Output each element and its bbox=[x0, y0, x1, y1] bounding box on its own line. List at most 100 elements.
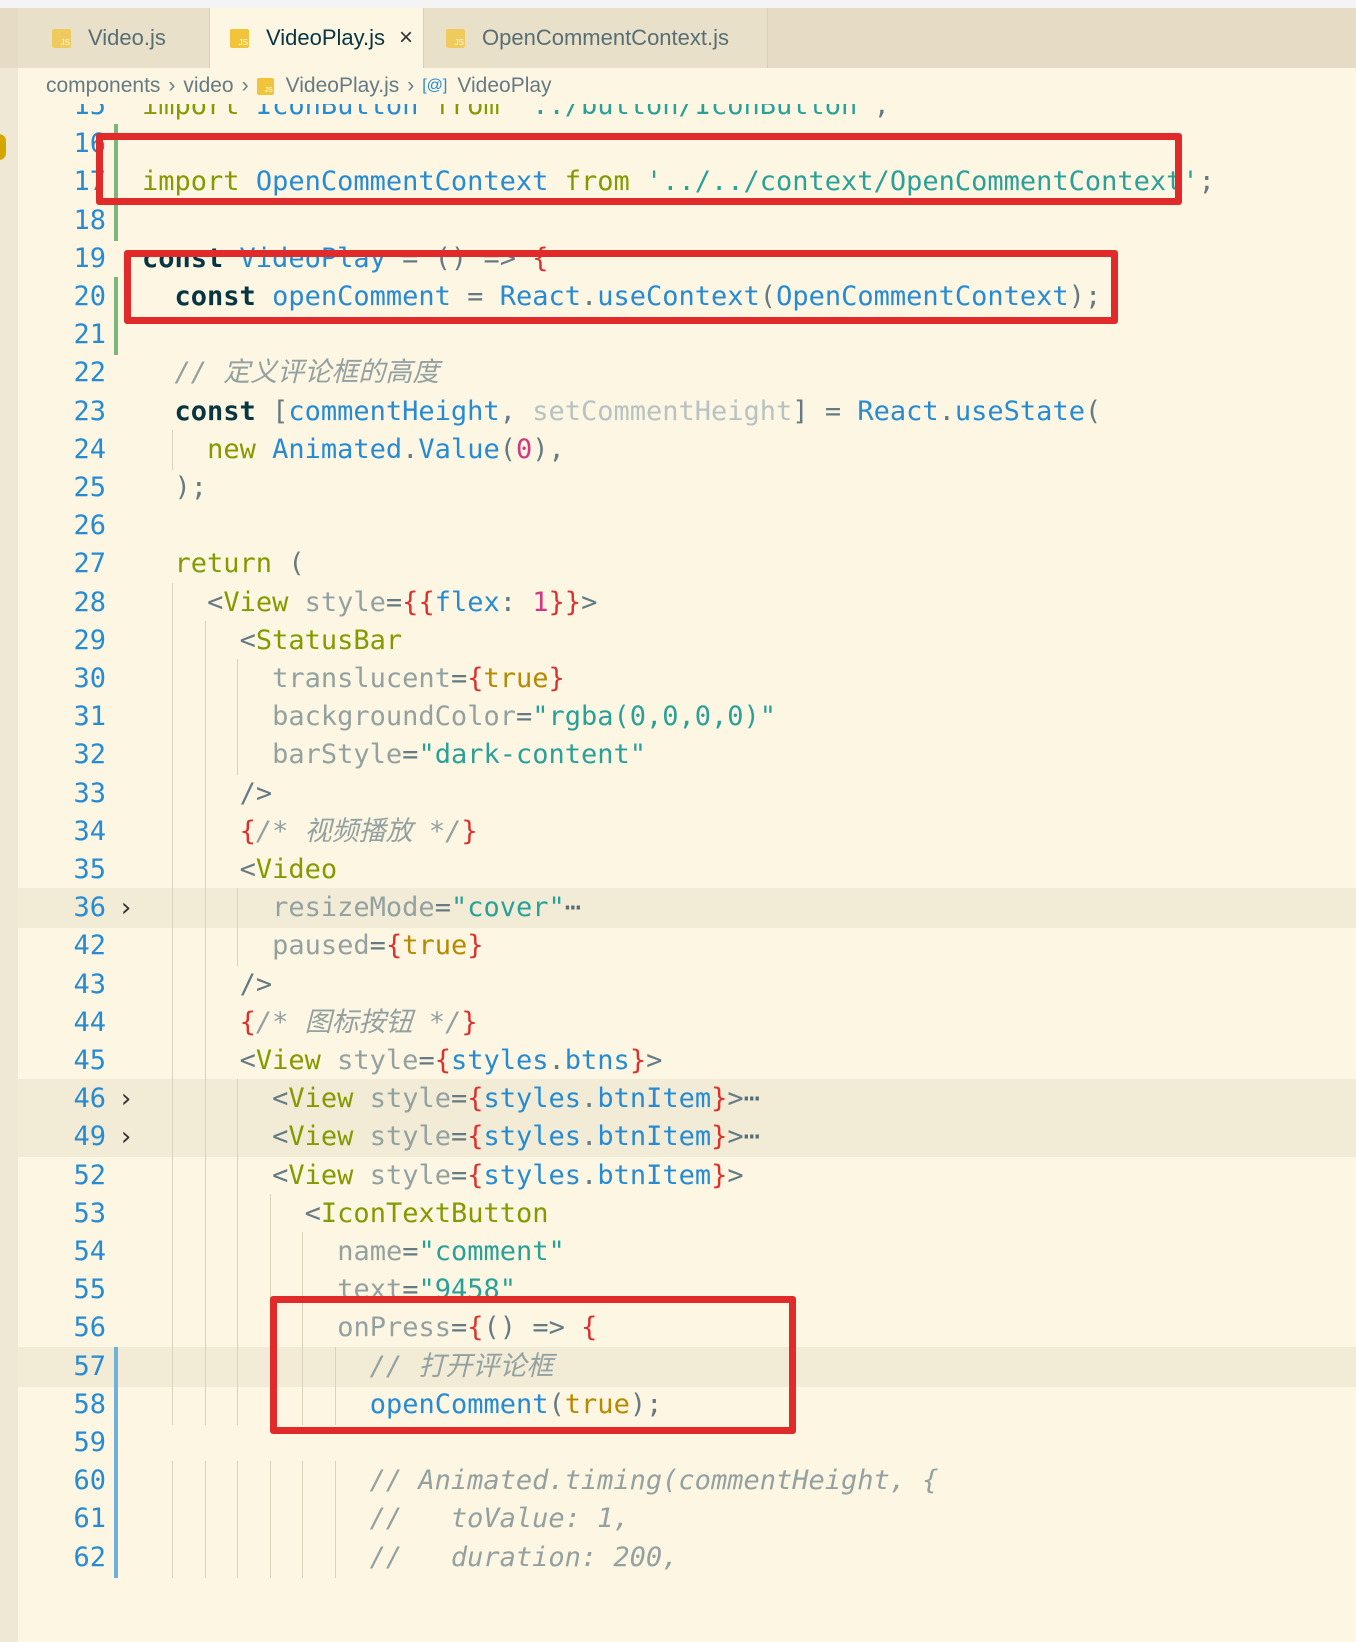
code-line[interactable]: 62 // duration: 200, bbox=[18, 1537, 1356, 1578]
line-number: 36 bbox=[73, 892, 106, 924]
chevron-right-icon[interactable]: › bbox=[118, 1117, 138, 1157]
code-line[interactable]: 44 {/* 图标按钮 */} bbox=[18, 1002, 1356, 1043]
code-line[interactable]: 25 ); bbox=[18, 468, 1356, 508]
breadcrumb-item-symbol[interactable]: VideoPlay bbox=[457, 74, 551, 98]
code-line[interactable]: 26 bbox=[18, 506, 1356, 546]
code-text: barStyle="dark-content" bbox=[272, 739, 647, 771]
line-number: 22 bbox=[73, 357, 106, 389]
git-change-marker[interactable] bbox=[114, 1461, 118, 1502]
code-text: new Animated.Value(0), bbox=[207, 433, 565, 465]
code-text: paused={true} bbox=[272, 930, 484, 962]
code-line[interactable]: 35 <Video bbox=[18, 850, 1356, 890]
chevron-right-icon[interactable]: › bbox=[118, 1079, 138, 1119]
code-line[interactable]: 52 <View style={styles.btnItem}> bbox=[18, 1155, 1356, 1196]
code-text: // 定义评论框的高度 bbox=[174, 357, 440, 389]
tab-opencommentcontext-js[interactable]: JS OpenCommentContext.js bbox=[424, 8, 768, 68]
breadcrumb-item-components[interactable]: components bbox=[46, 74, 160, 98]
highlight-box-onpress bbox=[270, 1296, 796, 1434]
line-number: 46 bbox=[73, 1083, 106, 1115]
line-number: 30 bbox=[73, 663, 106, 694]
code-line[interactable]: 15 import IconButton from '../button/Icon… bbox=[18, 104, 1356, 126]
code-line[interactable]: 28 <View style={{flex: 1}}> bbox=[18, 582, 1356, 623]
line-number: 32 bbox=[73, 739, 106, 771]
tab-videoplay-js[interactable]: JS VideoPlay.js × bbox=[210, 8, 424, 68]
code-line[interactable]: 32 barStyle="dark-content" bbox=[18, 735, 1356, 776]
js-file-icon: JS bbox=[256, 77, 274, 95]
line-number: 53 bbox=[73, 1197, 106, 1229]
code-line[interactable]: 45 <View style={styles.btns}> bbox=[18, 1041, 1356, 1081]
code-line[interactable]: 22 // 定义评论框的高度 bbox=[18, 353, 1356, 393]
code-text: ); bbox=[174, 472, 208, 503]
js-file-icon: JS bbox=[446, 28, 465, 48]
code-line[interactable]: 30 translucent={true} bbox=[18, 659, 1356, 699]
code-text: /> bbox=[239, 968, 273, 1000]
code-line[interactable]: 46 › <View style={styles.btnItem}>⋯ bbox=[18, 1079, 1356, 1120]
line-number: 59 bbox=[73, 1427, 106, 1458]
code-text: <View style={{flex: 1}}> bbox=[207, 586, 598, 618]
code-line[interactable]: 24 new Animated.Value(0), bbox=[18, 429, 1356, 470]
code-text: import IconButton from '../button/IconBu… bbox=[142, 104, 890, 121]
line-number: 33 bbox=[73, 777, 106, 809]
line-number: 24 bbox=[73, 433, 106, 465]
line-number: 34 bbox=[73, 815, 106, 847]
line-number: 61 bbox=[73, 1503, 106, 1535]
code-line[interactable]: 42 paused={true} bbox=[18, 926, 1356, 967]
code-text: <View style={styles.btns}> bbox=[239, 1045, 663, 1076]
code-line[interactable]: 53 <IconTextButton bbox=[18, 1193, 1356, 1234]
code-line[interactable]: 43 /> bbox=[18, 964, 1356, 1005]
js-file-icon: JS bbox=[230, 28, 249, 48]
line-number: 17 bbox=[73, 166, 106, 198]
highlight-box-usecontext bbox=[124, 250, 1118, 324]
breadcrumb-item-file[interactable]: VideoPlay.js bbox=[286, 74, 400, 98]
code-text: name="comment" bbox=[337, 1236, 565, 1267]
git-change-marker[interactable] bbox=[114, 1537, 118, 1578]
git-change-marker[interactable] bbox=[114, 1384, 118, 1425]
code-line[interactable]: 33 /> bbox=[18, 773, 1356, 814]
git-change-marker[interactable] bbox=[114, 277, 118, 317]
code-text: <Video bbox=[239, 854, 338, 885]
code-line[interactable]: 36 › resizeMode="cover"⋯ bbox=[18, 888, 1356, 929]
line-number: 58 bbox=[73, 1388, 106, 1420]
code-text: /> bbox=[239, 777, 273, 809]
line-number: 44 bbox=[73, 1006, 106, 1038]
breadcrumb-item-video[interactable]: video bbox=[183, 74, 233, 98]
code-line[interactable]: 23 const [commentHeight, setCommentHeigh… bbox=[18, 392, 1356, 432]
editor-tab-bar: JS Video.js JS VideoPlay.js × JS OpenCom… bbox=[0, 0, 1356, 68]
git-change-marker[interactable] bbox=[114, 200, 118, 241]
code-line[interactable]: 60 // Animated.timing(commentHeight, { bbox=[18, 1461, 1356, 1502]
activity-bar-edge bbox=[0, 68, 18, 1642]
code-text: const [commentHeight, setCommentHeight] … bbox=[174, 395, 1102, 427]
code-line[interactable]: 18 bbox=[18, 200, 1356, 241]
line-number: 26 bbox=[73, 510, 106, 542]
line-number: 18 bbox=[73, 204, 106, 236]
code-text: return ( bbox=[174, 548, 305, 580]
tab-label: Video.js bbox=[88, 25, 166, 50]
code-line[interactable]: 61 // toValue: 1, bbox=[18, 1499, 1356, 1540]
code-line[interactable]: 34 {/* 视频播放 */} bbox=[18, 811, 1356, 852]
git-change-marker[interactable] bbox=[114, 1423, 118, 1463]
line-number: 20 bbox=[73, 281, 106, 312]
code-text: {/* 图标按钮 */} bbox=[239, 1006, 478, 1038]
tab-video-js[interactable]: JS Video.js bbox=[18, 8, 210, 68]
code-text: <View style={styles.btnItem}>⋯ bbox=[272, 1121, 760, 1153]
code-line[interactable]: 27 return ( bbox=[18, 544, 1356, 584]
line-number: 23 bbox=[73, 395, 106, 427]
line-number: 54 bbox=[73, 1236, 106, 1267]
code-line[interactable]: 29 <StatusBar bbox=[18, 620, 1356, 661]
code-line[interactable]: 31 backgroundColor="rgba(0,0,0,0)" bbox=[18, 697, 1356, 738]
tab-label: OpenCommentContext.js bbox=[482, 25, 729, 50]
close-tab-icon[interactable]: × bbox=[399, 24, 413, 52]
git-change-marker[interactable] bbox=[114, 1346, 118, 1387]
line-number: 35 bbox=[73, 854, 106, 885]
line-number: 57 bbox=[73, 1350, 106, 1382]
code-text: <StatusBar bbox=[239, 624, 403, 656]
git-change-marker[interactable] bbox=[114, 1499, 118, 1540]
git-change-marker[interactable] bbox=[114, 315, 118, 356]
chevron-right-icon[interactable]: › bbox=[118, 888, 138, 928]
code-text: // Animated.timing(commentHeight, { bbox=[369, 1465, 939, 1497]
line-number: 49 bbox=[73, 1121, 106, 1153]
line-number: 43 bbox=[73, 968, 106, 1000]
code-line[interactable]: 49 › <View style={styles.btnItem}>⋯ bbox=[18, 1117, 1356, 1158]
tab-label: VideoPlay.js bbox=[266, 25, 386, 50]
code-line[interactable]: 54 name="comment" bbox=[18, 1232, 1356, 1272]
